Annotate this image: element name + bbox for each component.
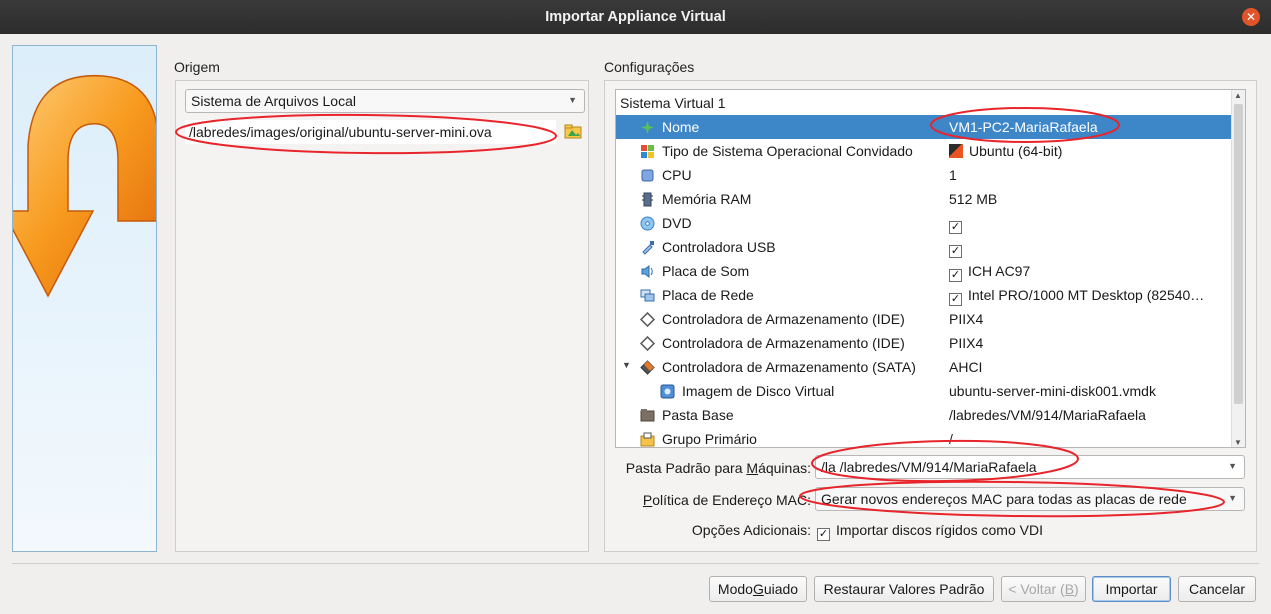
import-button[interactable]: Importar <box>1092 576 1171 602</box>
sound-checkbox[interactable]: ✓ <box>949 269 962 282</box>
tree-row-ide-controller-1[interactable]: Controladora de Armazenamento (IDE) PIIX… <box>616 307 1232 331</box>
wizard-watermark-image <box>12 45 157 552</box>
base-folder-icon <box>640 409 655 422</box>
import-vdi-checkbox[interactable]: ✓ <box>817 528 830 541</box>
group-folder-icon <box>640 432 655 447</box>
tree-row-ide-controller-2[interactable]: Controladora de Armazenamento (IDE) PIIX… <box>616 331 1232 355</box>
ubuntu-icon <box>949 144 963 158</box>
dvd-icon <box>640 216 655 231</box>
tree-group-header[interactable]: Sistema Virtual 1 <box>616 91 1232 115</box>
usb-checkbox[interactable]: ✓ <box>949 245 962 258</box>
appliance-settings-tree[interactable]: Sistema Virtual 1 Nome VM1-PC2-MariaRafa… <box>615 89 1246 448</box>
source-panel <box>175 80 589 552</box>
chevron-down-icon: ▼ <box>1228 461 1237 471</box>
window-title: Importar Appliance Virtual <box>545 9 726 25</box>
tree-row-base-folder[interactable]: Pasta Base /labredes/VM/914/MariaRafaela <box>616 403 1232 427</box>
ide-controller-icon <box>640 336 655 351</box>
scroll-down-icon[interactable]: ▼ <box>1234 438 1242 447</box>
tree-row-sound[interactable]: Placa de Som ✓ ICH AC97 <box>616 259 1232 283</box>
tree-row-cpu[interactable]: CPU 1 <box>616 163 1232 187</box>
dvd-checkbox[interactable]: ✓ <box>949 221 962 234</box>
mac-policy-combo[interactable]: Gerar novos endereços MAC para todas as … <box>815 487 1245 511</box>
mac-policy-value: Gerar novos endereços MAC para todas as … <box>821 491 1187 507</box>
expand-arrow-icon[interactable]: ▼ <box>622 360 631 370</box>
tree-row-usb[interactable]: Controladora USB ✓ <box>616 235 1232 259</box>
machine-folder-combo[interactable]: /la /labredes/VM/914/MariaRafaela ▼ <box>815 455 1245 479</box>
guided-mode-button[interactable]: Modo Guiado <box>709 576 807 602</box>
network-checkbox[interactable]: ✓ <box>949 293 962 306</box>
mac-policy-label: Política de Endereço MAC: <box>642 492 811 508</box>
tree-scrollbar[interactable]: ▲ ▼ <box>1231 90 1245 447</box>
restore-defaults-button[interactable]: Restaurar Valores Padrão <box>814 576 994 602</box>
sata-controller-icon <box>640 360 655 375</box>
network-icon <box>640 289 655 302</box>
cpu-icon <box>641 169 654 182</box>
tree-row-network[interactable]: Placa de Rede ✓ Intel PRO/1000 MT Desktop… <box>616 283 1232 307</box>
cancel-button[interactable]: Cancelar <box>1178 576 1256 602</box>
chevron-down-icon: ▼ <box>568 95 577 105</box>
source-section-label: Origem <box>174 59 220 75</box>
tree-row-primary-group[interactable]: Grupo Primário / <box>616 427 1232 447</box>
chevron-down-icon: ▼ <box>1228 493 1237 503</box>
settings-section-label: Configurações <box>604 59 695 75</box>
close-icon[interactable]: ✕ <box>1242 8 1260 26</box>
memory-icon <box>642 192 653 207</box>
tree-row-sata-controller[interactable]: ▼ Controladora de Armazenamento (SATA) A… <box>616 355 1232 379</box>
source-type-value: Sistema de Arquivos Local <box>191 93 356 109</box>
ide-controller-icon <box>640 312 655 327</box>
tree-row-ram[interactable]: Memória RAM 512 MB <box>616 187 1232 211</box>
scroll-up-icon[interactable]: ▲ <box>1234 91 1242 100</box>
open-file-icon[interactable] <box>564 123 582 139</box>
import-vdi-label: Importar discos rígidos como VDI <box>836 522 1043 538</box>
footer-separator <box>12 563 1259 564</box>
import-vdi-option[interactable]: ✓ Importar discos rígidos como VDI <box>817 522 1043 541</box>
source-file-field[interactable]: /labredes/images/original/ubuntu-server-… <box>185 120 556 144</box>
scrollbar-thumb[interactable] <box>1234 104 1243 404</box>
source-file-value: /labredes/images/original/ubuntu-server-… <box>189 124 492 140</box>
tree-row-virtual-disk[interactable]: Imagem de Disco Virtual ubuntu-server-mi… <box>616 379 1232 403</box>
title-bar: Importar Appliance Virtual ✕ <box>0 0 1271 34</box>
additional-options-label: Opções Adicionais: <box>691 522 811 538</box>
os-type-icon <box>641 145 654 158</box>
back-button[interactable]: < Voltar (B) <box>1001 576 1086 602</box>
machine-folder-label: Pasta Padrão para Máquinas: <box>625 460 811 476</box>
import-arrow-icon <box>13 74 156 298</box>
usb-icon <box>642 241 654 255</box>
machine-folder-value: /la /labredes/VM/914/MariaRafaela <box>821 459 1037 475</box>
speaker-icon <box>641 265 653 278</box>
tree-row-os-type[interactable]: Tipo de Sistema Operacional Convidado Ub… <box>616 139 1232 163</box>
tree-row-dvd[interactable]: DVD ✓ <box>616 211 1232 235</box>
source-type-combo[interactable]: Sistema de Arquivos Local ▼ <box>185 89 585 113</box>
tree-row-name[interactable]: Nome VM1-PC2-MariaRafaela <box>616 115 1232 139</box>
name-icon <box>641 121 654 134</box>
disk-image-icon <box>660 384 675 399</box>
